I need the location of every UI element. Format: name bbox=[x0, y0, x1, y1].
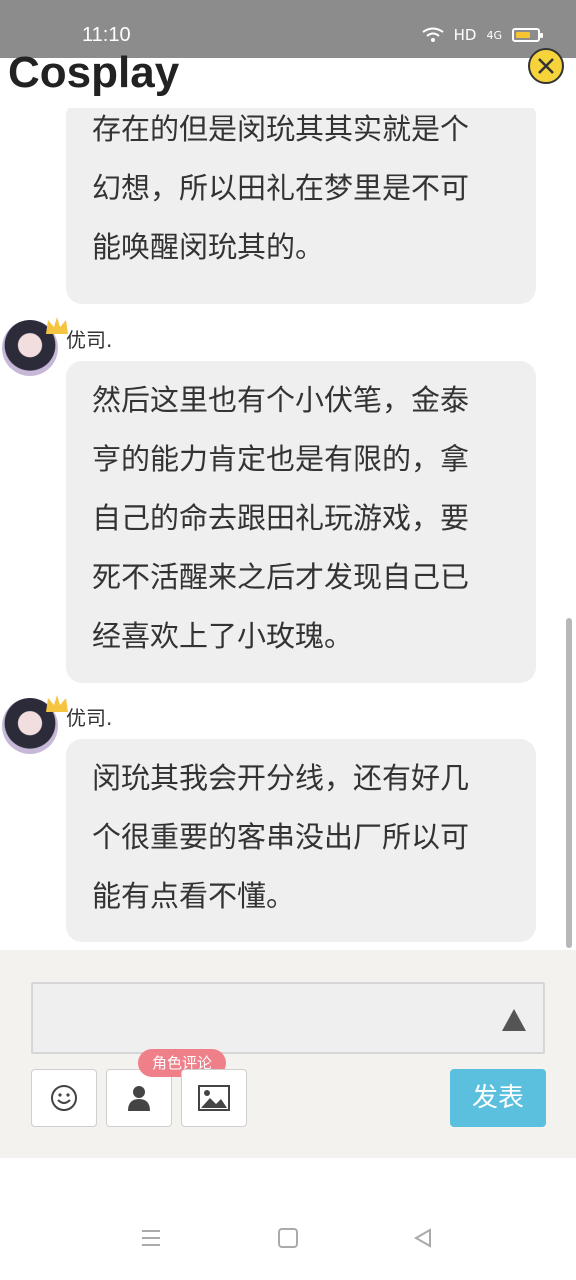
wifi-icon bbox=[422, 27, 444, 42]
smile-icon bbox=[51, 1085, 77, 1111]
comment-input[interactable] bbox=[31, 982, 545, 1054]
message-line: 自己的命去跟田礼玩游戏，要 bbox=[92, 501, 470, 535]
back-icon[interactable] bbox=[412, 1228, 434, 1248]
message-line: 能有点看不懂。 bbox=[92, 879, 296, 913]
message-line: 存在的但是闵玧其其实就是个 bbox=[92, 112, 470, 146]
username[interactable]: 优司. bbox=[66, 324, 112, 353]
message-bubble: 闵玧其我会开分线，还有好几 个很重要的客串没出厂所以可 能有点看不懂。 bbox=[66, 739, 536, 942]
username[interactable]: 优司. bbox=[66, 702, 112, 731]
emoji-button[interactable] bbox=[31, 1069, 97, 1127]
page-title: Cosplay bbox=[8, 48, 180, 97]
message-line: 经喜欢上了小玫瑰。 bbox=[92, 619, 354, 653]
signal-label: 4G bbox=[486, 28, 502, 42]
message-line: 然后这里也有个小伏笔，金泰 bbox=[92, 383, 470, 417]
status-icons: HD 4G bbox=[422, 26, 543, 44]
home-icon[interactable] bbox=[277, 1228, 299, 1248]
send-button[interactable]: 发表 bbox=[450, 1069, 546, 1127]
battery-icon bbox=[512, 28, 543, 42]
message-line: 幻想，所以田礼在梦里是不可 bbox=[92, 171, 470, 205]
composer-panel: 角色评论 发表 bbox=[0, 950, 576, 1158]
message-line: 亨的能力肯定也是有限的，拿 bbox=[92, 442, 470, 476]
system-nav-bar bbox=[0, 1200, 576, 1280]
chat-list[interactable]: 存在的但是闵玧其其实就是个 幻想，所以田礼在梦里是不可 能唤醒闵玧其的。 优司.… bbox=[0, 108, 576, 950]
image-button[interactable] bbox=[181, 1069, 247, 1127]
message-line: 闵玧其我会开分线，还有好几 bbox=[92, 761, 470, 795]
menu-icon[interactable] bbox=[140, 1228, 162, 1248]
role-button[interactable] bbox=[106, 1069, 172, 1127]
message-bubble: 存在的但是闵玧其其实就是个 幻想，所以田礼在梦里是不可 能唤醒闵玧其的。 bbox=[66, 108, 536, 304]
close-button[interactable] bbox=[528, 48, 564, 84]
scrollbar[interactable] bbox=[566, 618, 572, 948]
message-line: 能唤醒闵玧其的。 bbox=[92, 230, 325, 264]
expand-up-icon[interactable] bbox=[501, 1008, 527, 1032]
status-time: 11:10 bbox=[82, 24, 131, 46]
message-line: 个很重要的客串没出厂所以可 bbox=[92, 820, 470, 854]
image-icon bbox=[198, 1085, 230, 1111]
message-line: 死不活醒来之后才发现自己已 bbox=[92, 560, 470, 594]
network-label: HD bbox=[453, 26, 477, 44]
close-icon bbox=[538, 58, 554, 74]
person-icon bbox=[128, 1086, 150, 1111]
message-bubble: 然后这里也有个小伏笔，金泰 亨的能力肯定也是有限的，拿 自己的命去跟田礼玩游戏，… bbox=[66, 361, 536, 683]
screen: 11:10 HD 4G Cosplay 存在的但是闵玧其其实就是个 幻想，所以田… bbox=[0, 0, 576, 1280]
